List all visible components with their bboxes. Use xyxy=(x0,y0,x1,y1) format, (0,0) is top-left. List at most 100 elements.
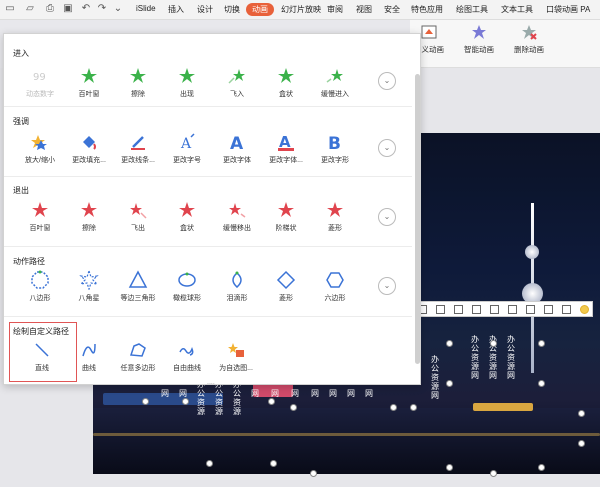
more-motion-path-button[interactable]: ⌄ xyxy=(378,277,396,295)
path-diamond[interactable]: 菱形 xyxy=(258,270,314,303)
object-mini-toolbar[interactable] xyxy=(393,301,593,317)
effect-change-line[interactable]: 更改线条... xyxy=(110,132,166,165)
effect-change-font-style[interactable]: B 更改字形 xyxy=(307,132,363,165)
path-octagon[interactable]: 八边形 xyxy=(12,270,68,303)
font-icon: A xyxy=(230,134,244,152)
save-icon[interactable]: ▭ xyxy=(4,3,16,15)
path-football[interactable]: 橄榄球形 xyxy=(159,270,215,303)
path-octagram[interactable]: 八角星 xyxy=(61,270,117,303)
delete-animation-icon xyxy=(522,25,537,40)
tab-security[interactable]: 安全 xyxy=(384,4,400,15)
effect-grow-shrink[interactable]: 放大/缩小 xyxy=(12,132,68,165)
path-triangle[interactable]: 等边三角形 xyxy=(110,270,166,303)
effect-exit-box[interactable]: 盒状 xyxy=(159,200,215,233)
align-right-icon[interactable] xyxy=(436,305,445,314)
tab-transition[interactable]: 切换 xyxy=(224,4,240,15)
resize-handle[interactable] xyxy=(538,340,545,347)
resize-handle[interactable] xyxy=(538,380,545,387)
dynamic-number-icon: 99 xyxy=(33,72,46,83)
effect-slow-enter[interactable]: 缓慢进入 xyxy=(307,66,363,99)
star-red-icon xyxy=(179,202,195,217)
more-entrance-button[interactable]: ⌄ xyxy=(378,72,396,90)
panel-scrollbar[interactable] xyxy=(415,74,420,364)
resize-handle[interactable] xyxy=(290,404,297,411)
resize-handle[interactable] xyxy=(578,440,585,447)
redo-icon[interactable]: ↷ xyxy=(96,3,108,15)
tab-insert[interactable]: 插入 xyxy=(168,4,184,15)
undo-icon[interactable]: ↶ xyxy=(80,3,92,15)
resize-handle[interactable] xyxy=(538,464,545,471)
print-icon[interactable]: ⎙ xyxy=(44,3,56,15)
resize-handle[interactable] xyxy=(446,380,453,387)
resize-handle[interactable] xyxy=(410,404,417,411)
tab-review[interactable]: 审阅 xyxy=(327,4,343,15)
tab-design[interactable]: 设计 xyxy=(197,4,213,15)
resize-handle[interactable] xyxy=(578,410,585,417)
custom-path-for-shape[interactable]: 为自选图... xyxy=(208,340,264,373)
tab-animation[interactable]: 动画 xyxy=(246,3,274,16)
resize-handle[interactable] xyxy=(206,460,213,467)
watermark-text: 网 xyxy=(347,389,355,398)
resize-handle[interactable] xyxy=(490,470,497,477)
resize-handle[interactable] xyxy=(490,340,497,347)
river-reflection xyxy=(93,433,600,436)
tab-islide[interactable]: iSlide xyxy=(136,4,156,13)
river-image xyxy=(93,408,600,474)
resize-handle[interactable] xyxy=(270,460,277,467)
octagram-icon xyxy=(79,270,99,290)
tab-text-tools[interactable]: 文本工具 xyxy=(501,4,533,15)
effect-slow-exit[interactable]: 缓慢移出 xyxy=(209,200,265,233)
resize-handle[interactable] xyxy=(142,398,149,405)
effect-wipe[interactable]: 擦除 xyxy=(110,66,166,99)
align-middle-icon[interactable] xyxy=(472,305,481,314)
effect-change-font-size[interactable]: A 更改字号 xyxy=(159,132,215,165)
tab-slideshow[interactable]: 幻灯片放映 xyxy=(281,4,321,15)
resize-handle[interactable] xyxy=(446,340,453,347)
tab-pocket-animation[interactable]: 口袋动画 PA xyxy=(546,4,590,15)
path-hexagon[interactable]: 六边形 xyxy=(307,270,363,303)
preview-icon[interactable]: ▣ xyxy=(62,3,74,15)
effect-blinds[interactable]: 百叶窗 xyxy=(61,66,117,99)
group-icon[interactable] xyxy=(526,305,535,314)
resize-handle[interactable] xyxy=(446,464,453,471)
watermark-text: 办公资源网 xyxy=(507,335,515,380)
resize-handle[interactable] xyxy=(268,398,275,405)
effect-diamond[interactable]: 菱形 xyxy=(307,200,363,233)
dropdown-icon[interactable]: ⌄ xyxy=(112,3,124,15)
effect-box[interactable]: 盒状 xyxy=(258,66,314,99)
delete-animation-button[interactable]: 删除动画 xyxy=(514,24,544,55)
effect-appear[interactable]: 出现 xyxy=(159,66,215,99)
effect-stairs[interactable]: 阶梯状 xyxy=(258,200,314,233)
resize-handle[interactable] xyxy=(310,470,317,477)
star-red-icon xyxy=(327,202,343,217)
effect-change-font-color[interactable]: A 更改字体... xyxy=(258,132,314,165)
distribute-icon[interactable] xyxy=(508,305,517,314)
resize-grip[interactable]: .... xyxy=(207,379,215,386)
tab-features[interactable]: 特色应用 xyxy=(411,4,443,15)
effect-fly-out[interactable]: 飞出 xyxy=(110,200,166,233)
effect-fly-in[interactable]: 飞入 xyxy=(209,66,265,99)
smart-animation-button[interactable]: 智能动画 xyxy=(464,24,494,55)
resize-handle[interactable] xyxy=(390,404,397,411)
layer-icon[interactable] xyxy=(544,305,553,314)
custom-path-scribble[interactable]: 自由曲线 xyxy=(159,340,215,373)
line-icon xyxy=(35,343,49,357)
folder-icon[interactable]: ▱ xyxy=(24,3,36,15)
effect-exit-blinds[interactable]: 百叶窗 xyxy=(12,200,68,233)
resize-handle[interactable] xyxy=(182,398,189,405)
align-bottom-icon[interactable] xyxy=(490,305,499,314)
effect-dynamic-number[interactable]: 99 动态数字 xyxy=(12,66,68,99)
custom-path-freeform[interactable]: 任意多边形 xyxy=(110,340,166,373)
more-exit-button[interactable]: ⌄ xyxy=(378,208,396,226)
more-emphasis-button[interactable]: ⌄ xyxy=(378,139,396,157)
path-teardrop[interactable]: 泪滴形 xyxy=(209,270,265,303)
effect-change-font[interactable]: A 更改字体 xyxy=(209,132,265,165)
align-top-icon[interactable] xyxy=(454,305,463,314)
bulb-icon[interactable] xyxy=(580,305,589,314)
crop-icon[interactable] xyxy=(562,305,571,314)
custom-path-curve[interactable]: 曲线 xyxy=(61,340,117,373)
tab-drawing-tools[interactable]: 绘图工具 xyxy=(456,4,488,15)
tab-view[interactable]: 视图 xyxy=(356,4,372,15)
effect-change-fill[interactable]: 更改填充... xyxy=(61,132,117,165)
effect-exit-wipe[interactable]: 擦除 xyxy=(61,200,117,233)
